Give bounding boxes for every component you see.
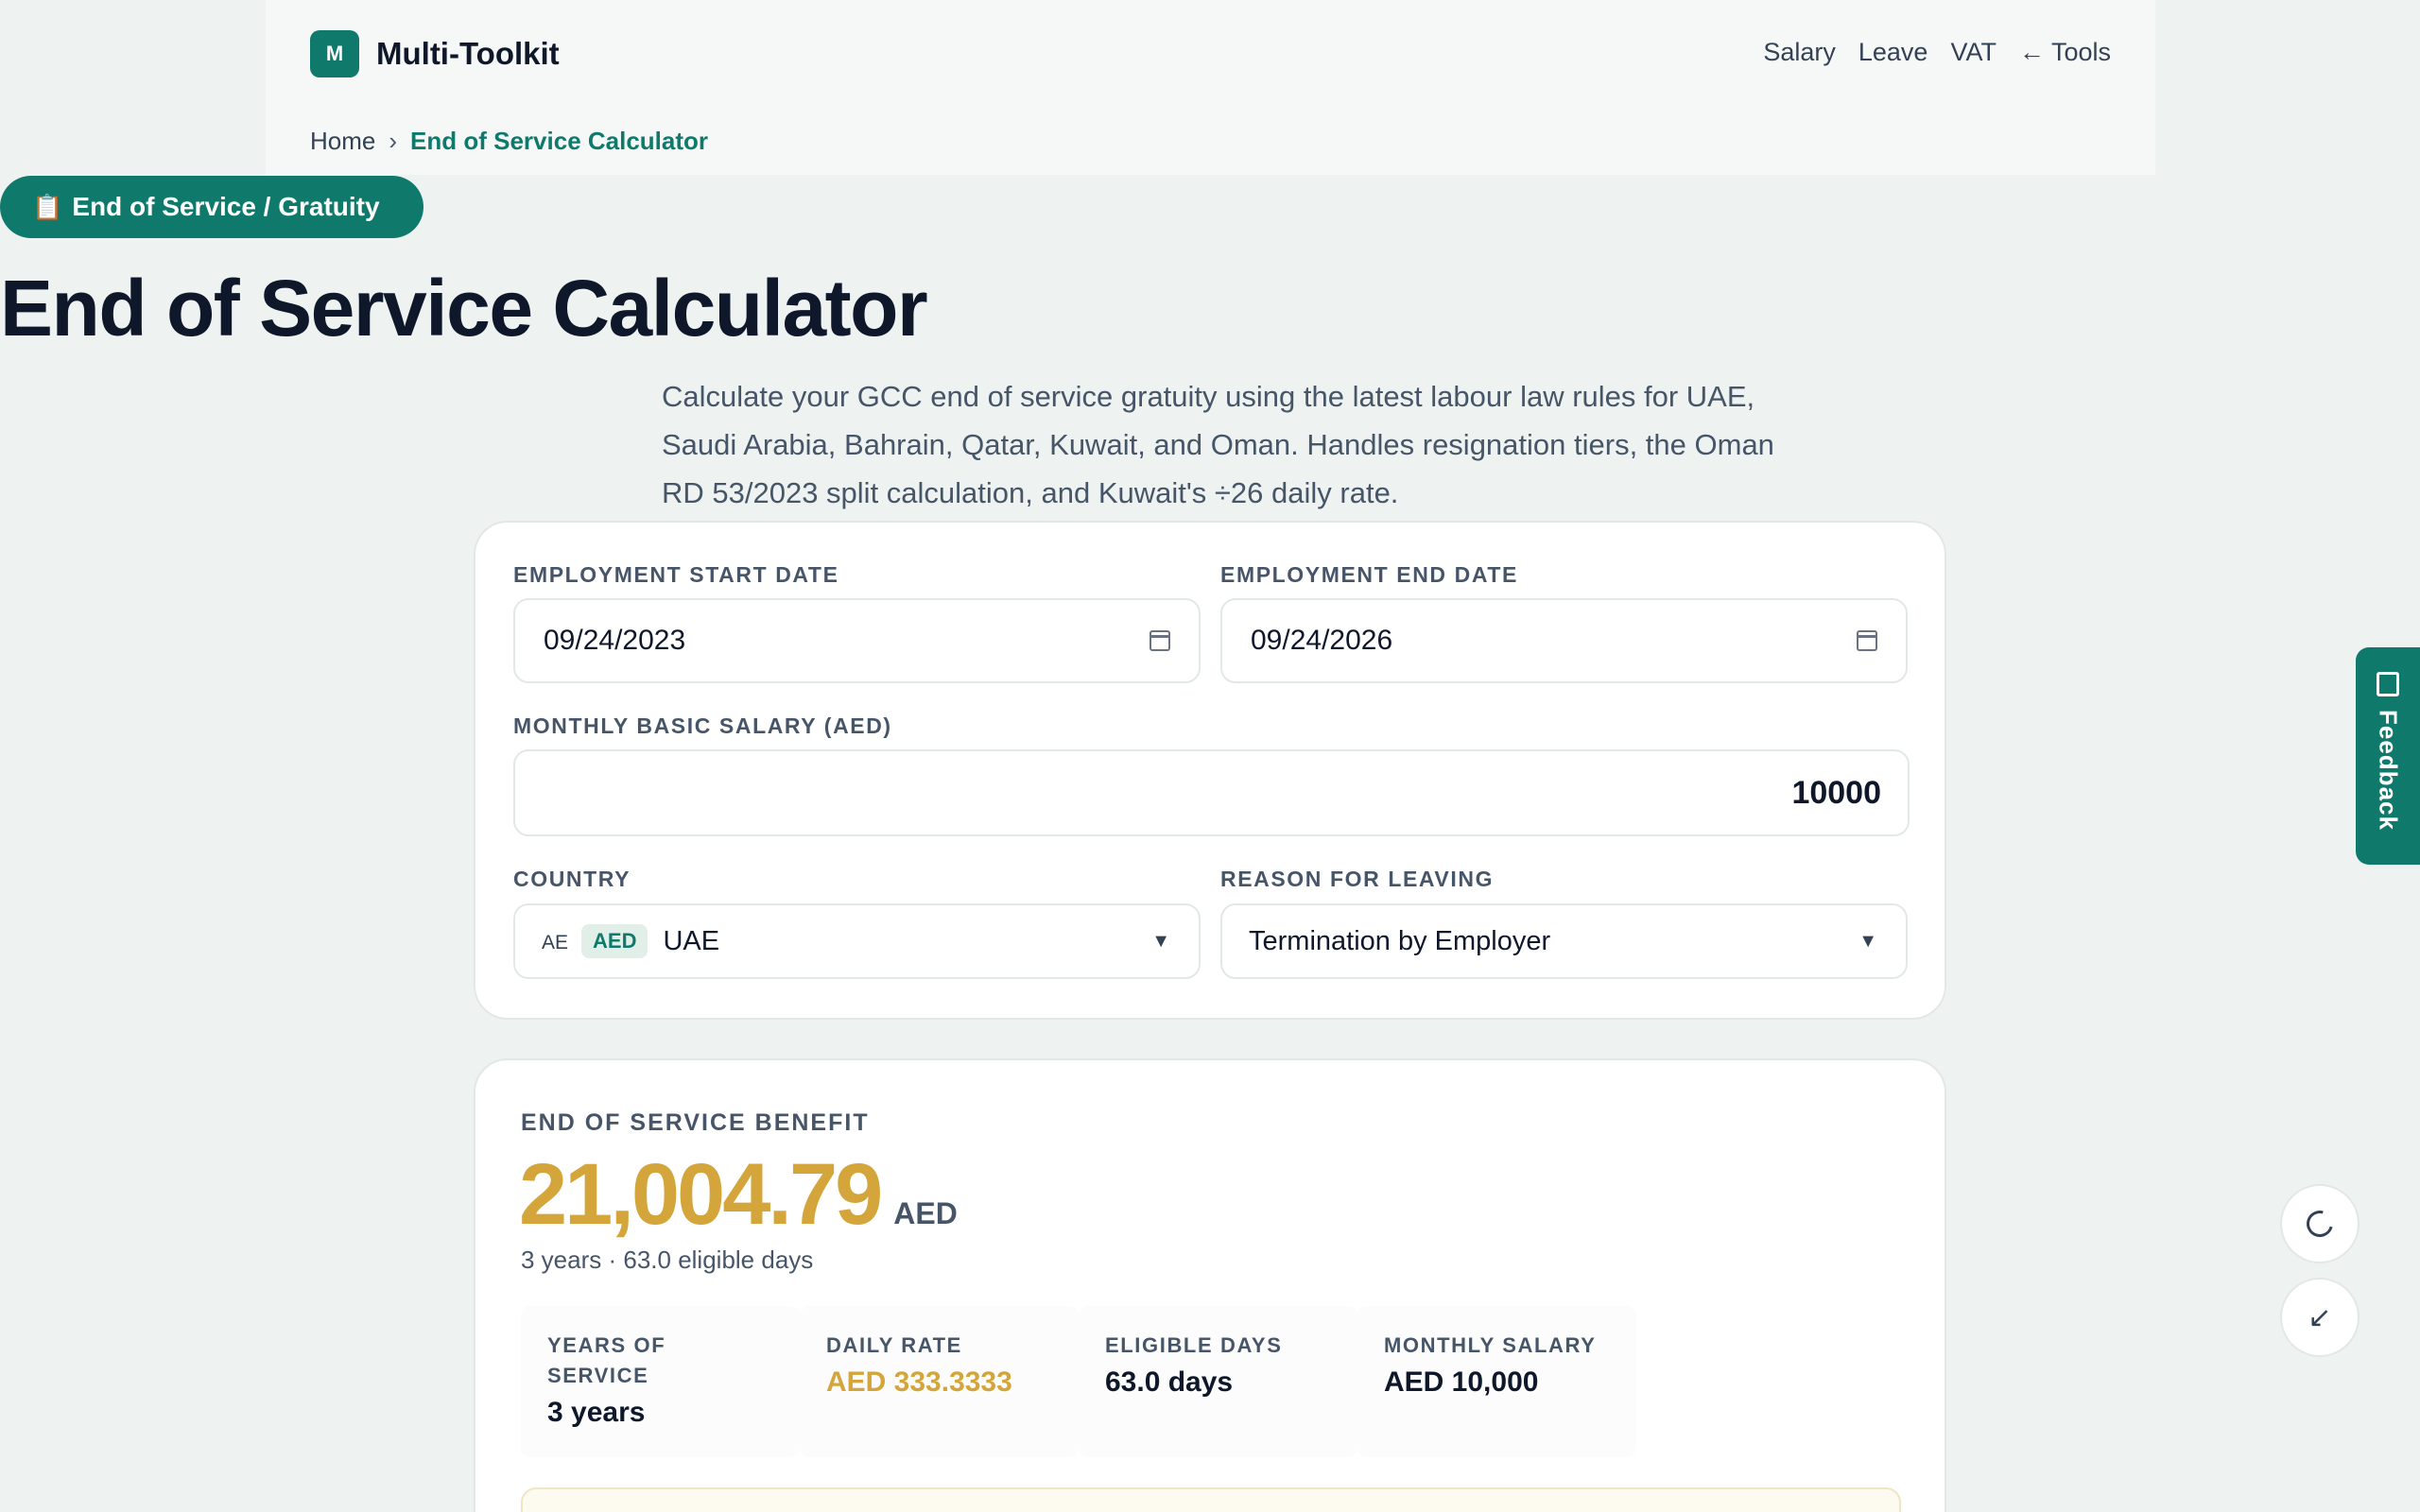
logo-mark: M [310, 30, 359, 77]
salary-label: MONTHLY BASIC SALARY (AED) [513, 713, 892, 738]
feedback-label: Feedback [2374, 710, 2403, 831]
brand-name: Multi-Toolkit [376, 36, 560, 71]
page-intro: Calculate your GCC end of service gratui… [662, 380, 1774, 509]
stat-value: 3 years [547, 1397, 646, 1428]
country-label: COUNTRY [513, 867, 631, 891]
salary-value: 10000 [1791, 774, 1881, 811]
collapse-button[interactable]: ↙ [2280, 1278, 2360, 1357]
end-date-input[interactable]: 09/24/2026 [1220, 598, 1908, 683]
country-select[interactable]: AE AED UAE ▼ [513, 903, 1201, 979]
nav-leave[interactable]: Leave [1858, 38, 1928, 67]
start-date-label: EMPLOYMENT START DATE [513, 562, 839, 587]
currency-pill: AED [581, 924, 648, 958]
stat-value: AED 10,000 [1384, 1366, 1539, 1398]
chevron-down-icon: ▼ [1858, 930, 1877, 952]
moon-icon [2301, 1205, 2339, 1243]
chevron-down-icon: ▼ [1151, 930, 1170, 952]
breadcrumb-home[interactable]: Home [310, 127, 375, 156]
end-date-label: EMPLOYMENT END DATE [1220, 562, 1518, 587]
stat-label: DAILY RATE [826, 1333, 962, 1357]
country-code: AE [542, 932, 569, 954]
reason-label: REASON FOR LEAVING [1220, 867, 1495, 891]
result-summary: 3 years · 63.0 eligible days [521, 1246, 814, 1274]
info-note [521, 1487, 1901, 1512]
calendar-icon[interactable] [1857, 630, 1877, 651]
nav-tools[interactable]: ← Tools [2019, 38, 2111, 67]
result-label: END OF SERVICE BENEFIT [521, 1109, 870, 1136]
result-amount-value: 21,004.79 [519, 1146, 883, 1243]
breadcrumb-current: End of Service Calculator [410, 127, 709, 155]
top-nav: Salary Leave VAT ← Tools [1763, 38, 2111, 67]
salary-input[interactable]: 10000 [513, 749, 1910, 836]
nav-salary[interactable]: Salary [1763, 38, 1836, 67]
reason-value: Termination by Employer [1249, 925, 1551, 956]
reason-select[interactable]: Termination by Employer ▼ [1220, 903, 1908, 979]
end-date-value: 09/24/2026 [1251, 625, 1393, 656]
logo[interactable]: M Multi-Toolkit [310, 30, 560, 77]
stat-eligible-days: ELIGIBLE DAYS 63.0 days [1079, 1306, 1357, 1457]
site-header: M Multi-Toolkit Salary Leave VAT ← Tools… [266, 0, 2155, 175]
breadcrumb: Home › End of Service Calculator [310, 127, 708, 156]
stat-daily-rate: DAILY RATE AED 333.3333 [800, 1306, 1079, 1457]
stat-years: YEARS OF SERVICE 3 years [521, 1306, 800, 1457]
stat-label: ELIGIBLE DAYS [1105, 1333, 1283, 1357]
start-date-value: 09/24/2023 [544, 625, 686, 656]
feedback-tab[interactable]: Feedback [2356, 647, 2420, 865]
category-badge: 📋 End of Service / Gratuity [0, 176, 424, 238]
theme-toggle-button[interactable] [2280, 1184, 2360, 1263]
clipboard-icon: 📋 [32, 192, 63, 221]
page-title: End of Service Calculator [0, 264, 928, 352]
category-badge-label: End of Service / Gratuity [72, 192, 380, 221]
start-date-input[interactable]: 09/24/2023 [513, 598, 1201, 683]
stat-label: MONTHLY SALARY [1384, 1333, 1597, 1357]
breadcrumb-separator: › [389, 127, 398, 155]
result-card: END OF SERVICE BENEFIT 21,004.79 AED 3 y… [474, 1058, 1946, 1512]
result-currency: AED [893, 1196, 958, 1230]
calculator-form: EMPLOYMENT START DATE 09/24/2023 EMPLOYM… [474, 521, 1946, 1020]
collapse-icon: ↙ [2308, 1301, 2332, 1333]
calendar-icon[interactable] [1150, 630, 1170, 651]
feedback-icon [2377, 672, 2399, 696]
country-value: UAE [663, 925, 720, 956]
stat-label: YEARS OF SERVICE [547, 1333, 666, 1387]
result-amount: 21,004.79 AED [519, 1145, 958, 1245]
stat-monthly-salary: MONTHLY SALARY AED 10,000 [1357, 1306, 1636, 1457]
stat-value: 63.0 days [1105, 1366, 1234, 1398]
stats-row: YEARS OF SERVICE 3 years DAILY RATE AED … [521, 1306, 1636, 1457]
stat-value: AED 333.3333 [826, 1366, 1012, 1398]
nav-vat[interactable]: VAT [1950, 38, 1996, 67]
